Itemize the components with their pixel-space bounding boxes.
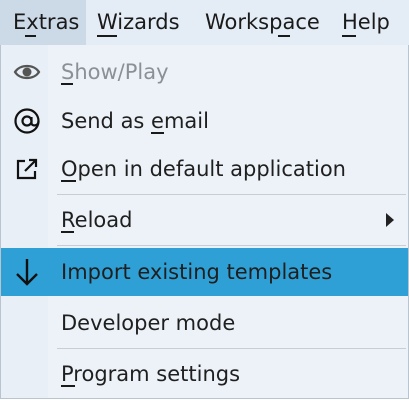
- submenu-arrow-icon: [386, 213, 394, 227]
- menu-item-show-play: Show/Play: [1, 48, 408, 96]
- open-external-icon: [11, 153, 43, 185]
- menu-workspace-label: Workspace: [205, 10, 320, 34]
- menu-help[interactable]: Help: [330, 0, 409, 45]
- menu-item-label: Program settings: [61, 362, 241, 386]
- menu-item-label: Send as email: [61, 109, 209, 133]
- menu-item-reload[interactable]: Reload: [1, 196, 408, 244]
- menu-item-label: Developer mode: [61, 311, 236, 335]
- eye-icon: [11, 56, 43, 88]
- menu-extras-label: Extras: [13, 10, 80, 34]
- menu-item-label: Import existing templates: [61, 260, 333, 284]
- menu-bar: Extras Wizards Workspace Help: [0, 0, 409, 45]
- menu-item-developer-mode[interactable]: Developer mode: [1, 299, 408, 347]
- menu-workspace[interactable]: Workspace: [192, 0, 330, 45]
- menu-help-label: Help: [342, 10, 390, 34]
- menu-separator: [57, 194, 406, 195]
- menu-item-send-as-email[interactable]: Send as email: [1, 97, 408, 145]
- menu-item-open-in-default-application[interactable]: Open in default application: [1, 145, 408, 193]
- at-sign-icon: [11, 105, 43, 137]
- arrow-down-icon: [11, 256, 43, 288]
- menu-wizards[interactable]: Wizards: [86, 0, 192, 45]
- extras-dropdown-menu: Show/Play Send as email Open in default …: [0, 45, 409, 399]
- menu-extras[interactable]: Extras: [0, 0, 86, 45]
- menu-item-import-existing-templates[interactable]: Import existing templates: [1, 248, 408, 296]
- menu-separator: [57, 348, 406, 349]
- menu-item-program-settings[interactable]: Program settings: [1, 350, 408, 398]
- menu-item-label: Show/Play: [61, 60, 169, 84]
- menu-item-label: Open in default application: [61, 157, 346, 181]
- menu-wizards-label: Wizards: [97, 10, 180, 34]
- menu-item-label: Reload: [61, 208, 133, 232]
- menu-separator: [57, 245, 406, 246]
